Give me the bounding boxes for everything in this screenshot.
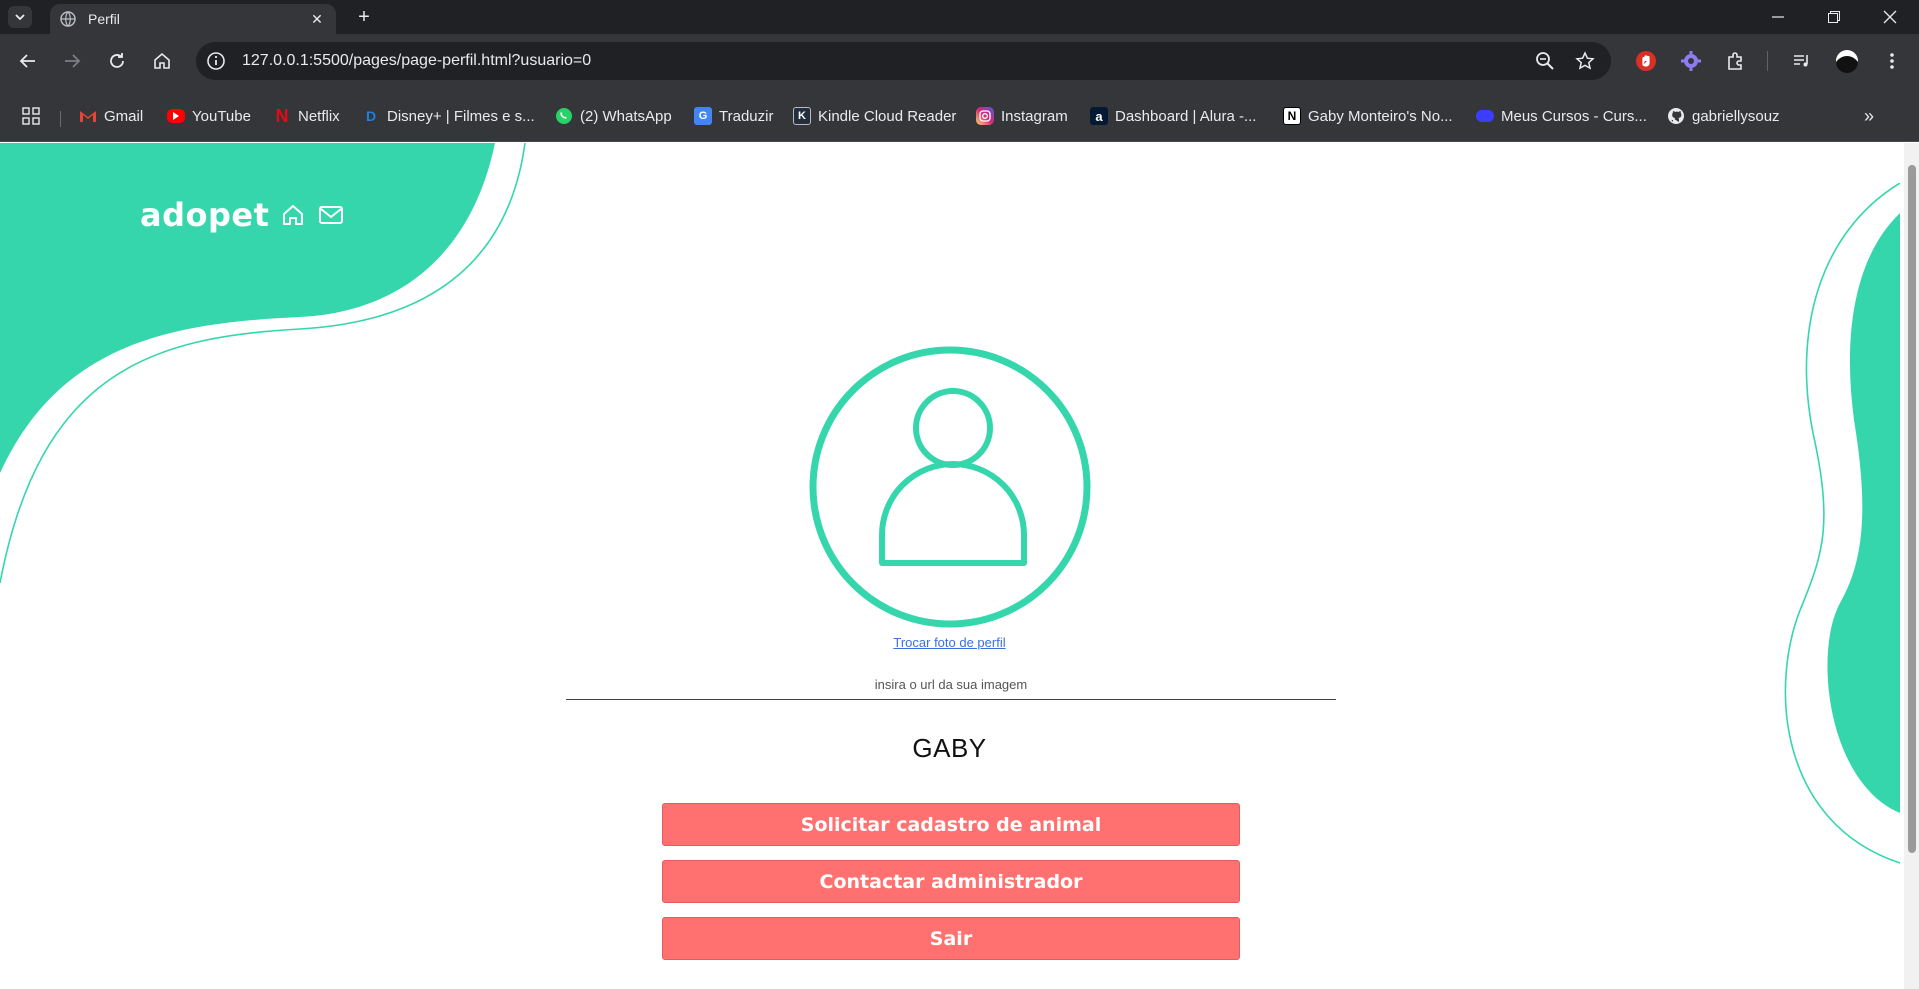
scrollbar-thumb[interactable] (1908, 165, 1916, 853)
address-bar[interactable]: 127.0.0.1:5500/pages/page-perfil.html?us… (196, 42, 1611, 80)
github-icon (1667, 107, 1685, 125)
netflix-icon: N (275, 105, 289, 126)
bookmarks-bar: Gmail YouTube N Netflix D Disney+ | Film… (0, 88, 1919, 142)
bookmarks-divider (60, 111, 61, 127)
home-icon[interactable] (279, 201, 307, 229)
site-info-icon[interactable] (206, 51, 226, 71)
page-scrollbar[interactable] (1904, 143, 1919, 989)
profile-page: adopet Trocar foto de perfil GABY Solici… (0, 143, 1919, 989)
browser-menu-icon[interactable] (1880, 49, 1904, 73)
media-control-icon[interactable] (1790, 49, 1814, 73)
restore-icon (1828, 11, 1840, 23)
bookmark-netflix[interactable]: N Netflix (273, 106, 340, 126)
minimize-icon (1772, 16, 1784, 18)
chevron-down-icon (15, 14, 25, 21)
close-tab-icon[interactable]: ✕ (308, 11, 326, 28)
settings-extension-icon[interactable] (1679, 49, 1703, 73)
globe-icon (60, 11, 76, 27)
profile-avatar[interactable] (1835, 49, 1859, 73)
toolbar-divider (1767, 51, 1768, 71)
username-heading: GABY (912, 733, 987, 763)
change-photo-link[interactable]: Trocar foto de perfil (893, 635, 1005, 650)
close-icon (1883, 10, 1897, 24)
mail-icon[interactable] (317, 201, 345, 229)
apps-grid-icon[interactable] (22, 106, 40, 126)
arrow-left-icon (19, 54, 35, 68)
bookmark-courses[interactable]: Meus Cursos - Curs... (1476, 106, 1647, 126)
browser-toolbar: 127.0.0.1:5500/pages/page-perfil.html?us… (0, 34, 1919, 88)
bookmark-disney[interactable]: D Disney+ | Filmes e s... (362, 106, 535, 126)
bookmark-github[interactable]: gabriellysouz (1667, 106, 1780, 126)
tab-search-button[interactable] (8, 6, 32, 28)
reload-icon (110, 53, 124, 68)
restore-button[interactable] (1806, 0, 1862, 34)
url-text[interactable]: 127.0.0.1:5500/pages/page-perfil.html?us… (242, 52, 591, 70)
gmail-icon (79, 107, 97, 125)
reload-button[interactable] (103, 47, 131, 75)
adopet-logo[interactable]: adopet (140, 196, 269, 234)
bookmark-star-icon[interactable] (1575, 51, 1595, 71)
back-button[interactable] (14, 47, 42, 75)
adblock-extension-icon[interactable] (1634, 49, 1658, 73)
close-window-button[interactable] (1862, 0, 1918, 34)
bookmark-youtube[interactable]: YouTube (167, 106, 251, 126)
bookmark-kindle[interactable]: K Kindle Cloud Reader (793, 106, 956, 126)
bookmark-notion[interactable]: N Gaby Monteiro's No... (1283, 106, 1453, 126)
forward-button[interactable] (58, 47, 86, 75)
bookmark-alura[interactable]: a Dashboard | Alura -... (1090, 106, 1256, 126)
disney-icon: D (365, 108, 377, 124)
translate-icon: G (694, 107, 712, 125)
image-url-input[interactable] (566, 670, 1336, 700)
minimize-button[interactable] (1750, 0, 1806, 34)
tab-strip: Perfil ✕ + (0, 0, 1919, 34)
home-icon (154, 52, 170, 69)
bookmark-whatsapp[interactable]: (2) WhatsApp (555, 106, 672, 126)
kindle-icon: K (793, 107, 811, 125)
youtube-icon (167, 109, 185, 123)
bookmark-translate[interactable]: G Traduzir (694, 106, 773, 126)
change-photo-container: Trocar foto de perfil (0, 634, 1899, 652)
logout-button[interactable]: Sair (662, 917, 1240, 960)
zoom-icon[interactable] (1535, 51, 1555, 71)
new-tab-button[interactable]: + (352, 6, 376, 28)
extensions-puzzle-icon[interactable] (1724, 49, 1748, 73)
request-animal-button[interactable]: Solicitar cadastro de animal (662, 803, 1240, 846)
contact-admin-button[interactable]: Contactar administrador (662, 860, 1240, 903)
tab-perfil[interactable]: Perfil ✕ (50, 4, 336, 34)
courses-icon (1476, 110, 1494, 122)
profile-avatar-icon (809, 346, 1091, 628)
bookmark-instagram[interactable]: Instagram (976, 106, 1068, 126)
site-header: adopet (140, 196, 345, 234)
bookmark-gmail[interactable]: Gmail (79, 106, 143, 126)
whatsapp-icon (555, 107, 573, 125)
instagram-icon (976, 107, 994, 125)
arrow-right-icon (65, 54, 81, 68)
alura-icon: a (1090, 107, 1108, 125)
decorative-blob-right (1784, 183, 1900, 864)
tab-title: Perfil (88, 11, 120, 27)
more-bookmarks-icon[interactable]: » (1864, 106, 1874, 126)
home-button[interactable] (148, 47, 176, 75)
notion-icon: N (1283, 107, 1301, 125)
